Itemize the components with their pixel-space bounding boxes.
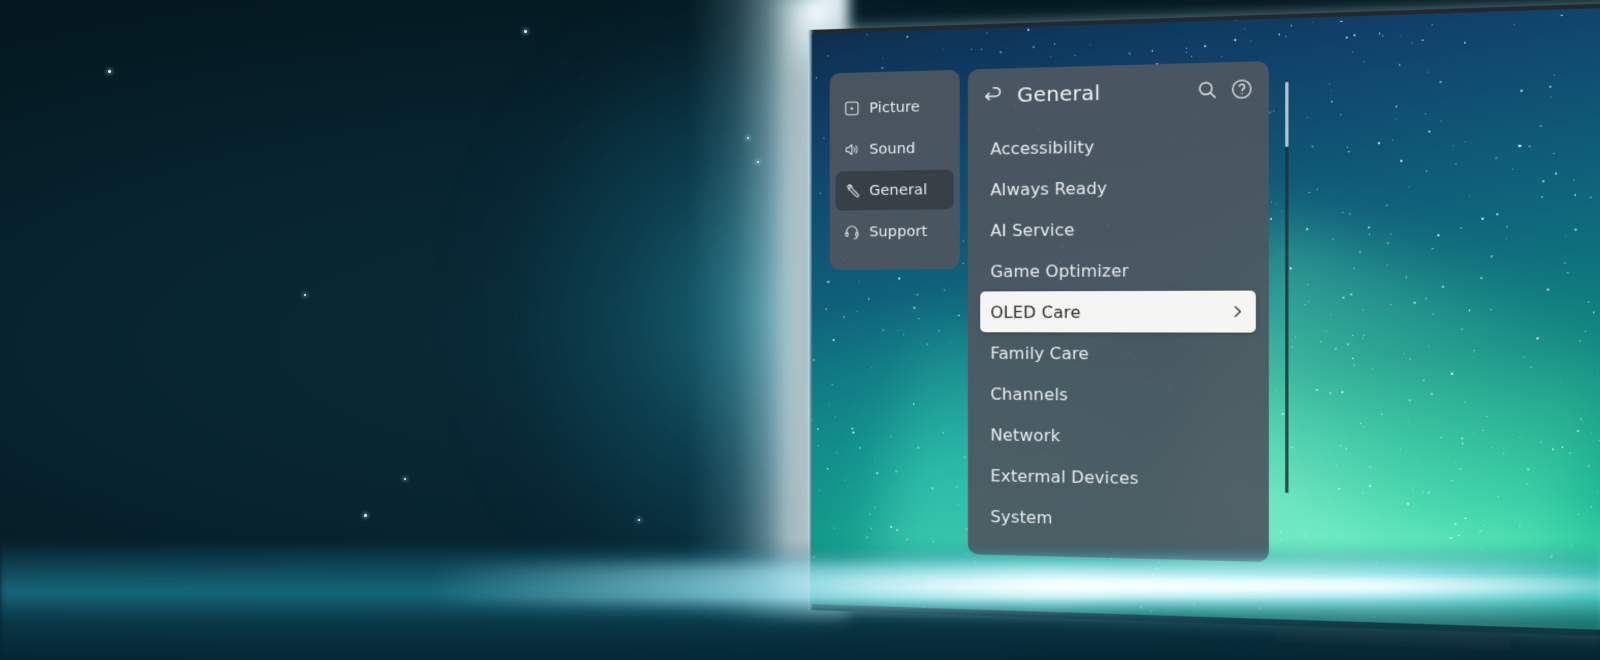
sidebar-item-support[interactable]: Support [836, 211, 954, 252]
wrench-icon [843, 182, 860, 199]
floor-highlight-core [780, 578, 1600, 594]
sidebar-item-picture[interactable]: Picture [836, 86, 954, 128]
settings-detail-panel: General [968, 61, 1269, 562]
settings-list-item-label: Network [990, 425, 1060, 445]
sidebar-item-sound[interactable]: Sound [836, 128, 954, 170]
chevron-right-icon [1230, 304, 1245, 319]
settings-list-item-label: AI Service [990, 220, 1074, 240]
scrollbar-thumb[interactable] [1285, 82, 1288, 147]
settings-list-item[interactable]: Network [968, 414, 1269, 459]
tv-screen: Picture Sound General Support General [812, 6, 1600, 632]
sidebar-item-label: Picture [869, 99, 920, 116]
settings-list-item-label: Family Care [990, 343, 1089, 363]
picture-icon [843, 100, 860, 117]
settings-list-item[interactable]: AI Service [968, 206, 1269, 250]
settings-overlay: Picture Sound General Support General [830, 61, 1269, 562]
detail-header: General [968, 61, 1269, 122]
settings-list: Accessibility Always Ready AI Service Game … [968, 116, 1269, 543]
settings-list-item[interactable]: Accessibility [968, 122, 1269, 169]
sidebar-item-label: General [869, 182, 927, 199]
sidebar-item-label: Support [869, 223, 927, 240]
floor-shadow [0, 598, 1600, 660]
settings-list-item[interactable]: Game Optimizer [968, 248, 1269, 291]
search-icon[interactable] [1195, 78, 1219, 102]
back-arrow-icon[interactable] [982, 84, 1005, 107]
settings-category-menu: Picture Sound General Support [830, 70, 960, 270]
settings-list-item[interactable]: Channels [968, 373, 1269, 417]
settings-list-item-label: Game Optimizer [990, 260, 1128, 280]
settings-list-item[interactable]: OLED Care [980, 291, 1256, 333]
settings-list-item[interactable]: Always Ready [968, 164, 1269, 210]
settings-list-item[interactable]: System [968, 495, 1269, 543]
page-title: General [1017, 78, 1185, 107]
sidebar-item-label: Sound [869, 140, 915, 157]
settings-scrollbar[interactable] [1285, 79, 1288, 493]
headset-icon [843, 223, 860, 240]
sound-icon [843, 141, 860, 158]
settings-list-item-label: Accessibility [990, 137, 1094, 159]
settings-list-item[interactable]: Family Care [968, 332, 1269, 375]
settings-list-item-label: Channels [990, 384, 1068, 404]
settings-list-item-label: Always Ready [990, 178, 1107, 199]
settings-list-item-label: OLED Care [990, 302, 1080, 322]
scene: Picture Sound General Support General [0, 0, 1600, 660]
settings-list-item[interactable]: Extermal Devices [968, 454, 1269, 501]
settings-list-item-label: Extermal Devices [990, 465, 1138, 487]
settings-list-item-label: System [990, 506, 1052, 527]
sidebar-item-general[interactable]: General [836, 170, 954, 211]
help-icon[interactable] [1230, 77, 1254, 101]
